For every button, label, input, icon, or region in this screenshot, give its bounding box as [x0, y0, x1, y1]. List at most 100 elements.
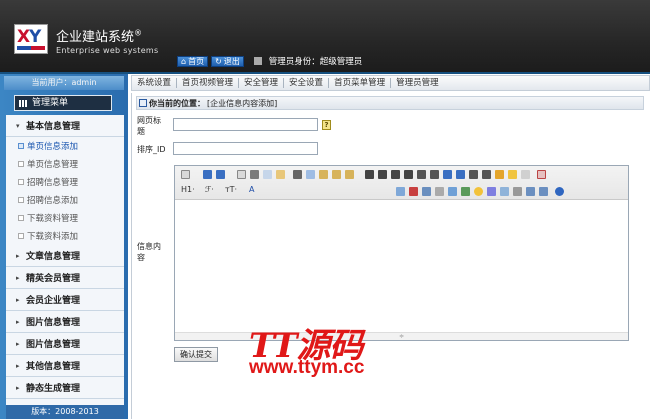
flash-icon[interactable] [409, 187, 418, 196]
page-break-icon[interactable] [500, 187, 509, 196]
print-icon[interactable] [250, 170, 259, 179]
special-char-icon[interactable] [487, 187, 496, 196]
location-icon [139, 99, 147, 107]
menu-item-single-manage[interactable]: 单页信息管理 [6, 155, 124, 173]
help-circle-icon[interactable] [555, 187, 564, 196]
unlink-icon[interactable] [539, 187, 548, 196]
menu-item-single-add[interactable]: 单页信息添加 [6, 137, 124, 155]
menu-item-download-manage[interactable]: 下载资料管理 [6, 209, 124, 227]
media-icon[interactable] [422, 187, 431, 196]
select-all-icon[interactable] [508, 170, 517, 179]
tab-admin-manage[interactable]: 管理员管理 [391, 78, 444, 88]
subscript-icon[interactable] [469, 170, 478, 179]
align-right-icon[interactable] [391, 170, 400, 179]
logout-button[interactable]: ↻ 退出 [211, 55, 244, 67]
breadcrumb: 你当前的位置： [企业信息内容添加] [136, 96, 644, 110]
cursor-icon[interactable] [521, 170, 530, 179]
copy-icon[interactable] [306, 170, 315, 179]
logo: X Y [14, 24, 48, 54]
item-bullet-icon [18, 143, 24, 149]
fullscreen-icon[interactable] [537, 170, 546, 179]
justify-icon[interactable] [404, 170, 413, 179]
emoticon-icon[interactable] [474, 187, 483, 196]
align-left-icon[interactable] [365, 170, 374, 179]
ordered-list-icon[interactable] [417, 170, 426, 179]
header-bar: X Y 企业建站系统® Enterprise web systems ⌂ 首页 ↻… [0, 0, 650, 72]
caret-right-icon: ▸ [16, 383, 20, 392]
watermark-url: www.ttym.cc [249, 357, 365, 378]
source-icon[interactable] [181, 170, 190, 179]
paste-text-icon[interactable] [332, 170, 341, 179]
undo-icon[interactable] [203, 170, 212, 179]
clear-format-icon[interactable] [495, 170, 504, 179]
caret-right-icon: ▸ [16, 295, 20, 304]
template-icon[interactable] [263, 170, 272, 179]
home-button[interactable]: ⌂ 首页 [177, 55, 209, 67]
editor-resize-handle[interactable]: ≑ [175, 332, 628, 340]
breadcrumb-label: 你当前的位置： [149, 98, 205, 108]
heading-dropdown[interactable]: H1· [181, 185, 195, 194]
menu-group-articles[interactable]: ▸ 文章信息管理 [6, 245, 124, 267]
tab-system-settings[interactable]: 系统设置 [132, 78, 178, 88]
item-bullet-icon [18, 215, 24, 221]
paste-icon[interactable] [319, 170, 328, 179]
anchor-icon[interactable] [513, 187, 522, 196]
outdent-icon[interactable] [456, 170, 465, 179]
tab-home-menu[interactable]: 首页菜单管理 [329, 78, 392, 88]
rich-text-editor[interactable]: H1· ℱ· тT· A ≑ [174, 165, 629, 341]
format-icon[interactable] [276, 170, 285, 179]
current-user: 当前用户：admin [4, 76, 124, 90]
editor-toolbar: H1· ℱ· тT· A [175, 166, 628, 200]
home-icon: ⌂ [181, 56, 187, 66]
help-icon[interactable]: ? [322, 120, 331, 130]
link-icon[interactable] [526, 187, 535, 196]
menu-group-images-2[interactable]: ▸ 图片信息管理 [6, 333, 124, 355]
title-field-label: 网页标题 [137, 116, 161, 136]
align-center-icon[interactable] [378, 170, 387, 179]
menu-title: 管理菜单 [14, 95, 112, 111]
superscript-icon[interactable] [482, 170, 491, 179]
tab-home-video[interactable]: 首页视频管理 [177, 78, 240, 88]
site-subtitle: Enterprise web systems [56, 46, 159, 55]
caret-right-icon: ▸ [16, 361, 20, 370]
paste-word-icon[interactable] [345, 170, 354, 179]
menu-item-jobs-manage[interactable]: 招聘信息管理 [6, 173, 124, 191]
redo-icon[interactable] [216, 170, 225, 179]
attachment-icon[interactable] [435, 187, 444, 196]
bullet-list-icon[interactable] [430, 170, 439, 179]
version-footer: 版本：2008-2013 [6, 405, 124, 419]
preview-icon[interactable] [237, 170, 246, 179]
caret-right-icon: ▸ [16, 317, 20, 326]
caret-down-icon: ▾ [16, 121, 20, 130]
menu-item-jobs-add[interactable]: 招聘信息添加 [6, 191, 124, 209]
item-bullet-icon [18, 233, 24, 239]
site-title: 企业建站系统® [56, 28, 143, 45]
tab-security-settings[interactable]: 安全设置 [284, 78, 330, 88]
logo-letter-y: Y [29, 27, 42, 47]
item-bullet-icon [18, 197, 24, 203]
tab-security-manage[interactable]: 安全管理 [239, 78, 285, 88]
sort-id-input[interactable] [173, 142, 318, 155]
menu-group-elite-members[interactable]: ▸ 精英会员管理 [6, 267, 124, 289]
table-icon[interactable] [448, 187, 457, 196]
text-color-icon[interactable]: A [249, 185, 254, 194]
content-field-label: 信息内容 [137, 242, 161, 262]
menu-group-member-companies[interactable]: ▸ 会员企业管理 [6, 289, 124, 311]
user-icon [253, 57, 262, 65]
menu-group-other[interactable]: ▸ 其他信息管理 [6, 355, 124, 377]
menu-group-basic[interactable]: ▾ 基本信息管理 [6, 115, 124, 137]
top-nav: 系统设置 首页视频管理 安全管理 安全设置 首页菜单管理 管理员管理 [131, 75, 650, 91]
refresh-icon: ↻ [215, 56, 222, 66]
cut-icon[interactable] [293, 170, 302, 179]
horizontal-rule-icon[interactable] [461, 187, 470, 196]
menu-group-static[interactable]: ▸ 静态生成管理 [6, 377, 124, 399]
caret-right-icon: ▸ [16, 273, 20, 282]
menu-item-download-add[interactable]: 下载资料添加 [6, 227, 124, 245]
font-family-dropdown[interactable]: ℱ· [205, 185, 214, 194]
image-icon[interactable] [396, 187, 405, 196]
font-size-dropdown[interactable]: тT· [225, 185, 237, 194]
title-input[interactable] [173, 118, 318, 131]
menu-group-images-1[interactable]: ▸ 图片信息管理 [6, 311, 124, 333]
indent-icon[interactable] [443, 170, 452, 179]
submit-button[interactable]: 确认提交 [174, 347, 218, 362]
